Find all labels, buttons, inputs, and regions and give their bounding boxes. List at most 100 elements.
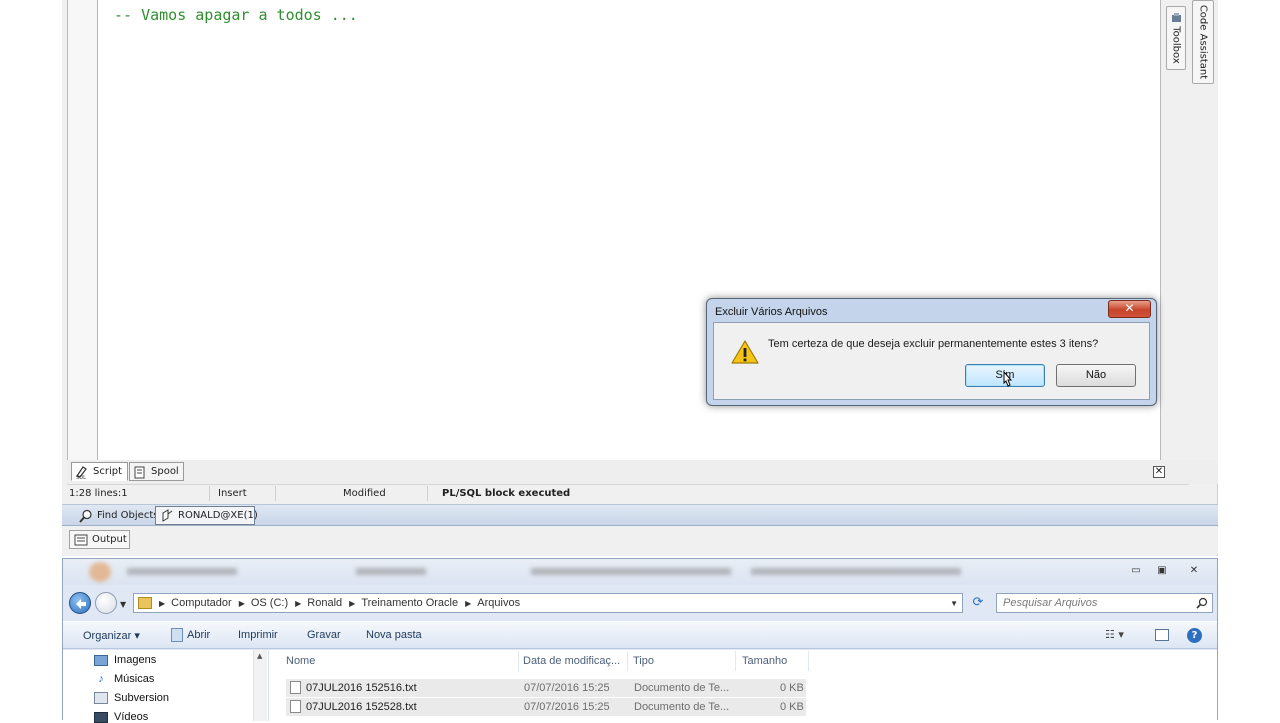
column-divider [627,651,628,671]
nav-item-label: Subversion [114,692,170,704]
address-bar[interactable]: ▶ Computador ▶ OS (C:) ▶ Ronald ▶ Treina… [133,593,963,613]
print-button[interactable]: Imprimir [238,629,278,641]
column-divider [735,651,736,671]
find-objects-button[interactable]: Find Objects [75,506,162,525]
scroll-up-icon[interactable]: ▲ [257,652,262,660]
column-divider [808,651,809,671]
tab-spool[interactable]: Spool [129,462,184,481]
file-name: 07JUL2016 152516.txt [306,682,417,694]
spool-icon [133,465,147,479]
status-divider [275,486,276,501]
breadcrumb-treinamento[interactable]: Treinamento Oracle [361,597,458,609]
breadcrumb-separator: ▶ [238,598,245,608]
nav-item-videos[interactable]: Vídeos [94,711,148,723]
code-assistant-tab-label: Code Assistant [1197,4,1209,80]
search-icon [1196,597,1208,609]
folder-icon [138,597,152,609]
breadcrumb-separator: ▶ [465,598,472,608]
breadcrumb-separator: ▶ [295,598,302,608]
dialog-close-button[interactable]: ✕ [1108,300,1151,318]
pictures-icon [94,654,108,666]
organize-label: Organizar [83,630,132,642]
close-window-button[interactable]: ✕ [1181,563,1207,580]
connection-button[interactable]: RONALD@XE(1) [155,506,258,525]
address-dropdown-icon[interactable]: ▼ [950,599,958,608]
tab-spool-label: Spool [151,466,179,477]
nav-scrollbar[interactable]: ▲ [253,650,267,721]
music-icon: ♪ [98,673,104,685]
output-bar: Output [62,527,1218,554]
new-folder-button[interactable]: Nova pasta [366,629,422,641]
breadcrumb-ronald[interactable]: Ronald [307,597,342,609]
status-mode: Insert [218,488,247,499]
explorer-content: Imagens ♪ Músicas Subversion Vídeos ▲ No… [63,650,1217,723]
file-row[interactable]: 07JUL2016 152516.txt 07/07/2016 15:25 Do… [286,679,806,697]
no-button[interactable]: Não [1056,364,1136,387]
burn-button[interactable]: Gravar [307,629,341,641]
file-type: Documento de Te... [634,701,730,713]
view-options-icon[interactable]: ☷ ▾ [1105,628,1124,641]
breadcrumb-separator: ▶ [159,598,166,608]
forward-button[interactable] [95,592,117,614]
search-input[interactable]: Pesquisar Arquivos [996,593,1213,613]
preview-pane-icon[interactable] [1155,629,1169,641]
back-arrow-icon [76,599,86,609]
breadcrumb-drive[interactable]: OS (C:) [251,597,288,609]
code-comment-line[interactable]: -- Vamos apagar a todos ... [114,6,358,24]
blurred-background-text [127,568,961,575]
nav-item-label: Imagens [114,654,157,666]
minimize-button[interactable]: ▭ [1123,563,1149,580]
nav-item-label: Vídeos [114,711,149,723]
text-file-icon [290,700,301,713]
dialog-message: Tem certeza de que deseja excluir perman… [768,338,1099,350]
dialog-body: Tem certeza de que deseja excluir perman… [713,322,1150,400]
nav-item-musicas[interactable]: ♪ Músicas [94,673,154,685]
plsql-developer-window: -- Vamos apagar a todos ... Toolbox Code… [62,0,1218,556]
column-size[interactable]: Tamanho [742,655,787,667]
navigation-pane: Imagens ♪ Músicas Subversion Vídeos ▲ [63,650,269,723]
tab-script-label: Script [93,466,123,477]
connection-label: RONALD@XE(1) [178,510,258,521]
history-dropdown-icon[interactable]: ▼ [120,600,126,609]
toolbox-tab-label: Toolbox [1170,26,1182,65]
toolbox-tab[interactable]: Toolbox [1166,6,1186,70]
code-assistant-tab[interactable]: Code Assistant [1192,0,1214,84]
search-placeholder: Pesquisar Arquivos [1003,597,1098,609]
subversion-icon [94,692,108,704]
close-panel-icon[interactable]: ✕ [1153,466,1165,478]
text-file-icon [290,681,301,694]
svg-text:SQL: SQL [76,475,86,479]
status-message: PL/SQL block executed [442,488,571,499]
side-panel-strip: Toolbox Code Assistant [1162,0,1218,460]
mouse-cursor-icon [1003,371,1013,387]
help-icon[interactable]: ? [1187,628,1202,643]
warning-icon [731,340,759,364]
file-row[interactable]: 07JUL2016 152528.txt 07/07/2016 15:25 Do… [286,698,806,716]
refresh-icon[interactable]: ⟳ [966,595,990,613]
output-button[interactable]: Output [69,530,130,549]
column-modified[interactable]: Data de modificaç... [523,655,620,667]
back-button[interactable] [69,592,91,614]
nav-item-subversion[interactable]: Subversion [94,692,169,704]
file-size: 0 KB [780,701,804,713]
output-icon [74,533,88,547]
nav-item-imagens[interactable]: Imagens [94,654,156,666]
script-icon: SQL [75,465,89,479]
tab-script[interactable]: SQL Script [71,462,128,481]
column-name[interactable]: Nome [286,655,315,667]
breadcrumb-arquivos[interactable]: Arquivos [477,597,520,609]
open-button[interactable]: Abrir [187,629,210,641]
column-type[interactable]: Tipo [633,655,654,667]
maximize-button[interactable]: ▣ [1149,563,1175,580]
file-type: Documento de Te... [634,682,730,694]
magnifier-icon [79,509,93,523]
toolbox-icon [1172,13,1181,22]
organize-button[interactable]: Organizar ▾ [83,629,140,642]
file-date: 07/07/2016 15:25 [524,682,610,694]
breadcrumb-computador[interactable]: Computador [171,597,232,609]
dialog-title: Excluir Vários Arquivos [715,306,828,318]
file-date: 07/07/2016 15:25 [524,701,610,713]
find-objects-label: Find Objects [97,510,159,521]
file-size: 0 KB [780,682,804,694]
command-bar: Organizar ▾ Abrir Imprimir Gravar Nova p… [63,621,1217,649]
